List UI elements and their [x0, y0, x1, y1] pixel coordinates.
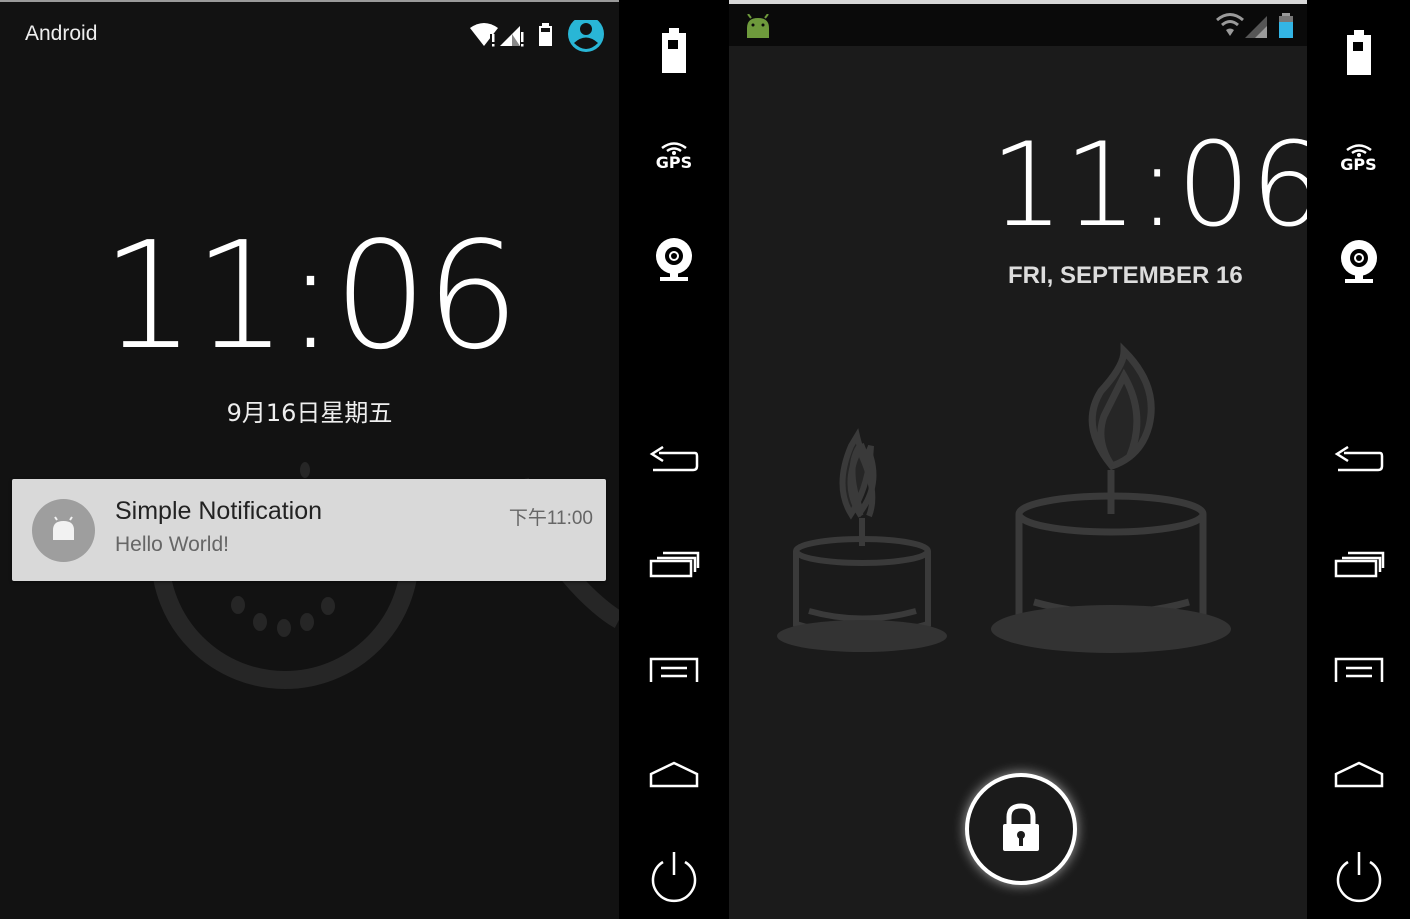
home-button[interactable]: [1307, 758, 1410, 790]
recent-apps-button[interactable]: [619, 550, 729, 580]
back-arrow-icon: [649, 446, 699, 472]
notification-title: Simple Notification: [115, 497, 323, 525]
home-button[interactable]: [619, 758, 729, 790]
lockscreen-date: 9月16日星期五: [226, 399, 393, 427]
menu-icon: [1334, 657, 1383, 682]
home-icon: [1334, 761, 1383, 788]
notification-text: Hello World!: [115, 533, 229, 556]
wifi-icon: [470, 23, 498, 47]
right-status-bar: [729, 4, 1307, 46]
power-icon: [651, 852, 697, 903]
battery-icon: [662, 28, 686, 73]
lockscreen-date-right: FRI, SEPTEMBER 16: [1008, 262, 1243, 289]
recent-apps-button[interactable]: [1307, 550, 1410, 580]
power-icon: [1336, 852, 1381, 903]
battery-button[interactable]: [1307, 30, 1410, 76]
back-arrow-icon: [1334, 446, 1383, 472]
wallpaper-watermelon: [151, 462, 619, 689]
menu-icon: [649, 657, 699, 682]
camera-button[interactable]: [619, 236, 729, 282]
gps-button[interactable]: GPS: [619, 136, 729, 176]
status-bar-icons: [470, 20, 604, 52]
carrier-label: Android: [25, 22, 98, 45]
recent-apps-icon: [1334, 551, 1384, 578]
camera-button[interactable]: [1307, 238, 1410, 284]
signal-icon: [500, 26, 524, 47]
notification-time: 下午11:00: [508, 508, 593, 529]
notification-app-icon: [32, 499, 95, 562]
menu-button[interactable]: [1307, 654, 1410, 684]
back-button[interactable]: [1307, 446, 1410, 476]
lock-icon: [1003, 803, 1039, 851]
emulator-controls-right: GPS: [1307, 0, 1410, 919]
lockscreen-clock: 11:06: [101, 210, 520, 382]
back-button[interactable]: [619, 446, 729, 476]
gps-label: GPS: [655, 153, 693, 172]
unlock-button[interactable]: [965, 773, 1077, 885]
webcam-icon: [656, 238, 692, 281]
right-status-icons: [1216, 13, 1293, 38]
battery-button[interactable]: [619, 28, 729, 74]
emulator-controls-left: GPS: [619, 0, 729, 919]
battery-icon: [539, 23, 552, 46]
user-avatar-icon: [568, 20, 604, 52]
android-robot-icon: [53, 516, 74, 540]
recent-apps-icon: [649, 551, 700, 578]
lockscreen-clock-right: 11:06: [990, 118, 1325, 253]
power-button[interactable]: [619, 850, 729, 904]
gps-button[interactable]: GPS: [1307, 138, 1410, 178]
menu-button[interactable]: [619, 654, 729, 684]
android-icon: [747, 14, 769, 38]
signal-icon: [1245, 16, 1267, 38]
battery-icon: [1279, 13, 1293, 38]
home-icon: [649, 761, 699, 788]
battery-icon: [1346, 30, 1371, 75]
left-lockscreen: Android 11:06 9月16日星期五 Simple Notificati…: [0, 0, 619, 919]
notification-card[interactable]: Simple Notification Hello World! 下午11:00: [12, 479, 606, 581]
power-button[interactable]: [1307, 850, 1410, 904]
wifi-icon: [1216, 13, 1244, 36]
webcam-icon: [1340, 240, 1377, 283]
gps-label: GPS: [1340, 155, 1377, 174]
